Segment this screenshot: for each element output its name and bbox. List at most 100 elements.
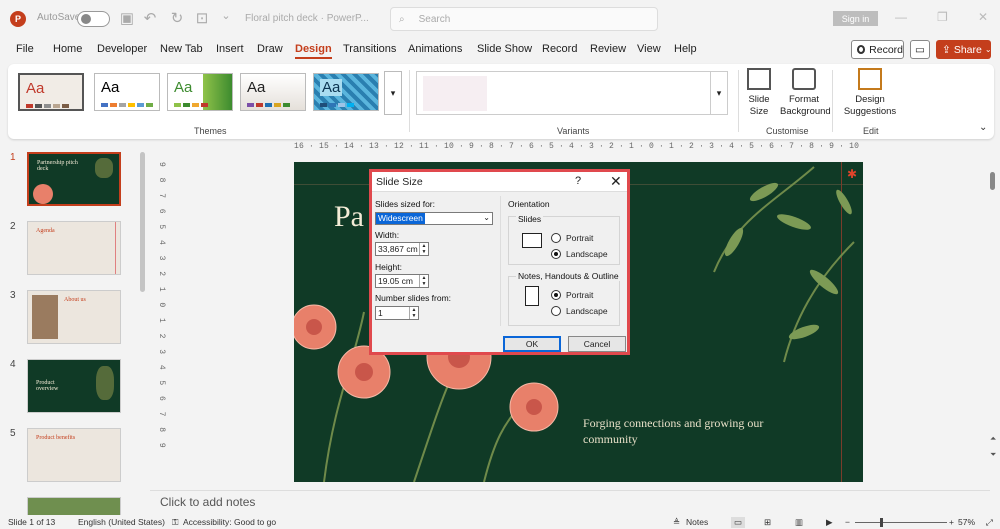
theme-thumbnail-3[interactable]: Aa [167, 73, 233, 111]
scrollbar-thumb[interactable] [990, 172, 995, 190]
slides-sized-for-value: Widescreen [376, 213, 425, 224]
slides-group-label: Slides [516, 214, 544, 224]
tab-file[interactable]: File [16, 43, 34, 55]
slide-sorter-icon[interactable]: ⊞ [764, 517, 771, 528]
variant-thumbnail[interactable] [423, 76, 487, 111]
stepper-arrows-icon[interactable]: ▲ ▼ [419, 275, 428, 287]
collapse-ribbon-icon[interactable]: ⌄ [979, 122, 987, 133]
width-value: 33,867 cm [378, 244, 418, 254]
fit-to-window-icon[interactable]: ⤢ [986, 517, 993, 528]
notes-toggle[interactable]: Notes [686, 517, 708, 527]
search-box[interactable]: ⌕ Search [390, 7, 658, 31]
record-button[interactable]: Record [851, 40, 904, 59]
zoom-level[interactable]: 57% [958, 517, 975, 527]
stepper-arrows-icon[interactable]: ▲ ▼ [419, 243, 428, 255]
slide-size-button[interactable]: Slide Size [742, 68, 776, 118]
record-button-label: Record [869, 43, 903, 56]
save-icon[interactable]: ▣ [118, 9, 136, 27]
slides-sized-for-select[interactable]: Widescreen ⌄ [375, 212, 493, 225]
width-stepper[interactable]: 33,867 cm ▲ ▼ [375, 242, 429, 256]
reading-view-icon[interactable]: ▥ [795, 517, 803, 528]
slide-thumbnail-3[interactable]: About us [27, 290, 121, 344]
themes-more-button[interactable]: ▾ [384, 71, 402, 115]
customize-qat-icon[interactable]: ⌄ [217, 9, 235, 22]
accessibility-status[interactable]: Accessibility: Good to go [183, 517, 276, 527]
number-slides-from-label: Number slides from: [375, 293, 452, 303]
thumbnails-scrollbar[interactable] [140, 152, 145, 292]
slide-subtitle[interactable]: Forging connections and growing our comm… [583, 415, 773, 447]
share-icon: ⇪ [942, 43, 951, 56]
height-value: 19.05 cm [378, 276, 413, 286]
number-slides-from-stepper[interactable]: 1 ▲ ▼ [375, 306, 419, 320]
close-icon[interactable]: ✕ [610, 173, 622, 190]
design-ideas-icon [858, 68, 882, 90]
number-slides-from-value: 1 [378, 308, 383, 318]
tab-home[interactable]: Home [53, 43, 82, 55]
stepper-arrows-icon[interactable]: ▲ ▼ [409, 307, 418, 319]
format-background-label: Format Background [780, 94, 831, 117]
slide-thumbnail-6[interactable] [27, 497, 121, 517]
present-icon[interactable]: ⊡ [193, 9, 211, 27]
language-status[interactable]: English (United States) [78, 517, 165, 527]
theme-preview-text: Aa [174, 79, 193, 96]
comments-button[interactable]: ▭ [910, 40, 930, 59]
slides-portrait-radio[interactable]: Portrait [551, 233, 593, 243]
slide-thumbnail-2[interactable]: Agenda [27, 221, 121, 275]
notes-portrait-radio[interactable]: Portrait [551, 290, 593, 300]
tab-insert[interactable]: Insert [216, 43, 244, 55]
share-button[interactable]: ⇪ Share ⌄ [936, 40, 992, 59]
undo-icon[interactable]: ↶ [141, 9, 159, 27]
slide-scrollbar[interactable]: ⏶ ⏷ [990, 142, 1000, 490]
theme-thumbnail-5[interactable]: Aa [313, 73, 379, 111]
tab-developer[interactable]: Developer [97, 43, 147, 55]
chevron-down-icon: ⌄ [483, 213, 490, 222]
tab-record[interactable]: Record [542, 43, 577, 55]
variants-more-button[interactable]: ▾ [710, 71, 728, 115]
zoom-slider[interactable] [855, 522, 947, 523]
horizontal-ruler: 16 · 15 · 14 · 13 · 12 · 11 · 10 · 9 · 8… [294, 142, 862, 151]
redo-icon[interactable]: ↻ [168, 9, 186, 27]
notes-pane[interactable]: Click to add notes [150, 490, 990, 512]
design-suggestions-button[interactable]: Design Suggestions [842, 68, 898, 118]
theme-thumbnail-1[interactable]: Aa [18, 73, 84, 111]
width-label: Width: [375, 230, 400, 240]
notes-landscape-radio[interactable]: Landscape [551, 306, 608, 316]
previous-slide-icon[interactable]: ⏶ [990, 434, 996, 444]
height-label: Height: [375, 262, 402, 272]
slide-thumbnail-1[interactable]: Partnership pitch deck [27, 152, 121, 206]
normal-view-icon[interactable]: ▭ [731, 517, 746, 528]
variants-group-label: Variants [557, 126, 590, 136]
tab-help[interactable]: Help [674, 43, 697, 55]
variants-gallery[interactable] [416, 71, 711, 115]
height-stepper[interactable]: 19.05 cm ▲ ▼ [375, 274, 429, 288]
cancel-button[interactable]: Cancel [568, 336, 626, 352]
slide-thumbnail-4[interactable]: Product overview [27, 359, 121, 413]
theme-thumbnail-2[interactable]: Aa [94, 73, 160, 111]
theme-thumbnail-4[interactable]: Aa [240, 73, 306, 111]
sign-in-button[interactable]: Sign in [833, 11, 878, 26]
tab-animations[interactable]: Animations [408, 43, 462, 55]
tab-review[interactable]: Review [590, 43, 626, 55]
tab-view[interactable]: View [637, 43, 661, 55]
notes-group-label: Notes, Handouts & Outline [516, 271, 621, 281]
thumbnail-title: Agenda [36, 228, 55, 234]
tab-design[interactable]: Design [295, 43, 332, 59]
slideshow-icon[interactable]: ▶ [826, 517, 833, 528]
tab-draw[interactable]: Draw [257, 43, 283, 55]
format-background-button[interactable]: Format Background [780, 68, 831, 118]
zoom-slider-thumb[interactable] [880, 518, 883, 527]
slide-thumbnail-5[interactable]: Product benefits [27, 428, 121, 482]
help-icon[interactable]: ? [575, 175, 581, 187]
minimize-icon[interactable]: — [895, 10, 907, 24]
maximize-icon[interactable]: ❐ [937, 10, 948, 24]
tab-new-tab[interactable]: New Tab [160, 43, 203, 55]
next-slide-icon[interactable]: ⏷ [990, 450, 996, 460]
zoom-out-icon[interactable]: − [845, 517, 850, 527]
slides-landscape-radio[interactable]: Landscape [551, 249, 608, 259]
zoom-in-icon[interactable]: + [949, 517, 954, 527]
close-window-icon[interactable]: ✕ [978, 10, 988, 24]
autosave-toggle[interactable] [77, 11, 110, 27]
tab-slide-show[interactable]: Slide Show [477, 43, 532, 55]
ok-button[interactable]: OK [503, 336, 561, 352]
tab-transitions[interactable]: Transitions [343, 43, 396, 55]
